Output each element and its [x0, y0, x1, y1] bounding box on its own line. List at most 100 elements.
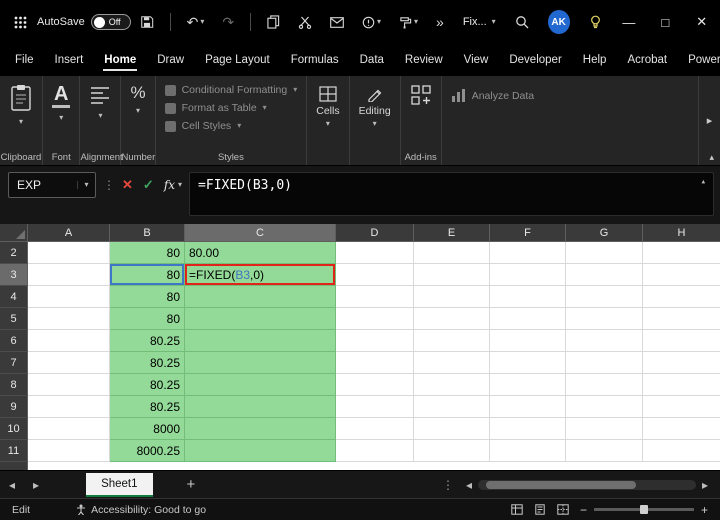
column-header-A[interactable]: A — [28, 224, 110, 242]
cell-F9[interactable] — [490, 396, 566, 418]
cell-H2[interactable] — [643, 242, 720, 264]
copy-button[interactable] — [267, 15, 280, 29]
column-header-H[interactable]: H — [643, 224, 720, 242]
editing-button[interactable]: Editing ▾ — [359, 84, 391, 128]
cell-D7[interactable] — [336, 352, 414, 374]
save-button[interactable] — [140, 15, 154, 29]
column-header-E[interactable]: E — [414, 224, 490, 242]
menu-page-layout[interactable]: Page Layout — [204, 48, 271, 72]
cell-H9[interactable] — [643, 396, 720, 418]
cell-C8[interactable] — [185, 374, 336, 396]
cell-C9[interactable] — [185, 396, 336, 418]
cell-F7[interactable] — [490, 352, 566, 374]
menu-home[interactable]: Home — [103, 48, 138, 72]
cell-G10[interactable] — [566, 418, 643, 440]
cell-D2[interactable] — [336, 242, 414, 264]
lightbulb-icon[interactable] — [589, 15, 602, 29]
accessibility-status[interactable]: Accessibility: Good to go — [76, 504, 206, 516]
cut-button[interactable] — [298, 15, 312, 29]
conditional-formatting-button[interactable]: Conditional Formatting ▾ — [164, 84, 297, 96]
menu-file[interactable]: File — [14, 48, 35, 72]
cell-G11[interactable] — [566, 440, 643, 462]
number-format-button[interactable]: % ▾ — [130, 84, 145, 115]
cell-C2[interactable]: 80.00 — [185, 242, 336, 264]
normal-view-icon[interactable] — [511, 504, 523, 515]
format-painter-button[interactable]: ▾ — [399, 16, 418, 29]
app-launcher-icon[interactable] — [14, 16, 27, 29]
cell-C11[interactable] — [185, 440, 336, 462]
menu-data[interactable]: Data — [359, 48, 385, 72]
page-layout-view-icon[interactable] — [534, 504, 546, 515]
cell-F5[interactable] — [490, 308, 566, 330]
cell-B10[interactable]: 8000 — [110, 418, 185, 440]
row-header-7[interactable]: 7 — [0, 352, 28, 374]
menu-insert[interactable]: Insert — [54, 48, 85, 72]
sheet-tab-sheet1[interactable]: Sheet1 — [86, 472, 153, 497]
cell-E11[interactable] — [414, 440, 490, 462]
cell-H11[interactable] — [643, 440, 720, 462]
cell-D6[interactable] — [336, 330, 414, 352]
cell-F10[interactable] — [490, 418, 566, 440]
cell-E2[interactable] — [414, 242, 490, 264]
menu-formulas[interactable]: Formulas — [290, 48, 340, 72]
cell-C6[interactable] — [185, 330, 336, 352]
cell-F11[interactable] — [490, 440, 566, 462]
cell-A3[interactable] — [28, 264, 110, 286]
cell-B2[interactable]: 80 — [110, 242, 185, 264]
scrollbar-thumb[interactable] — [485, 480, 636, 489]
cell-A9[interactable] — [28, 396, 110, 418]
row-header-10[interactable]: 10 — [0, 418, 28, 440]
menu-view[interactable]: View — [463, 48, 490, 72]
cell-H3[interactable] — [643, 264, 720, 286]
menu-developer[interactable]: Developer — [508, 48, 562, 72]
zoom-slider-thumb[interactable] — [639, 505, 648, 514]
menu-help[interactable]: Help — [582, 48, 608, 72]
cell-C4[interactable] — [185, 286, 336, 308]
close-button[interactable]: ✕ — [684, 0, 720, 44]
cell-A4[interactable] — [28, 286, 110, 308]
zoom-in-icon[interactable]: + — [701, 504, 708, 516]
cell-G8[interactable] — [566, 374, 643, 396]
cell-G4[interactable] — [566, 286, 643, 308]
zoom-out-icon[interactable]: − — [580, 504, 587, 516]
insert-function-button[interactable]: fx ▾ — [164, 178, 182, 192]
cell-H8[interactable] — [643, 374, 720, 396]
more-commands-icon[interactable]: » — [436, 15, 444, 29]
analyze-data-button[interactable]: Analyze Data — [451, 84, 534, 103]
row-header-11[interactable]: 11 — [0, 440, 28, 462]
row-header-9[interactable]: 9 — [0, 396, 28, 418]
redo-button[interactable]: ↷ — [222, 15, 234, 29]
cell-A5[interactable] — [28, 308, 110, 330]
undo-button[interactable]: ↶ ▾ — [187, 15, 205, 29]
row-header-3[interactable]: 3 — [0, 264, 28, 286]
row-header-5[interactable]: 5 — [0, 308, 28, 330]
cell-A10[interactable] — [28, 418, 110, 440]
cell-H6[interactable] — [643, 330, 720, 352]
column-header-F[interactable]: F — [490, 224, 566, 242]
name-box-chevron-icon[interactable]: ▾ — [77, 181, 95, 189]
avatar[interactable]: AK — [547, 10, 570, 34]
cell-A7[interactable] — [28, 352, 110, 374]
row-header-4[interactable]: 4 — [0, 286, 28, 308]
minimize-button[interactable]: — — [611, 0, 647, 44]
cell-F2[interactable] — [490, 242, 566, 264]
collapse-ribbon-icon[interactable]: ▴ — [709, 152, 714, 163]
cell-B9[interactable]: 80.25 — [110, 396, 185, 418]
column-header-C[interactable]: C — [185, 224, 336, 242]
cell-styles-button[interactable]: Cell Styles ▾ — [164, 120, 241, 132]
sensitivity-button[interactable]: ▾ — [362, 16, 381, 29]
addins-button[interactable] — [410, 84, 432, 106]
cell-B3-referenced[interactable]: 80 — [110, 264, 185, 286]
cell-E8[interactable] — [414, 374, 490, 396]
cell-A2[interactable] — [28, 242, 110, 264]
name-box[interactable]: EXP ▾ — [8, 172, 96, 198]
search-icon[interactable] — [515, 15, 529, 29]
clipboard-button[interactable]: ▾ — [9, 84, 33, 126]
row-header-8[interactable]: 8 — [0, 374, 28, 396]
zoom-slider[interactable] — [593, 505, 694, 514]
mail-button[interactable] — [330, 16, 344, 28]
column-header-D[interactable]: D — [336, 224, 414, 242]
menu-draw[interactable]: Draw — [156, 48, 185, 72]
page-break-view-icon[interactable] — [557, 504, 569, 515]
autosave-control[interactable]: AutoSave Off — [37, 14, 131, 30]
